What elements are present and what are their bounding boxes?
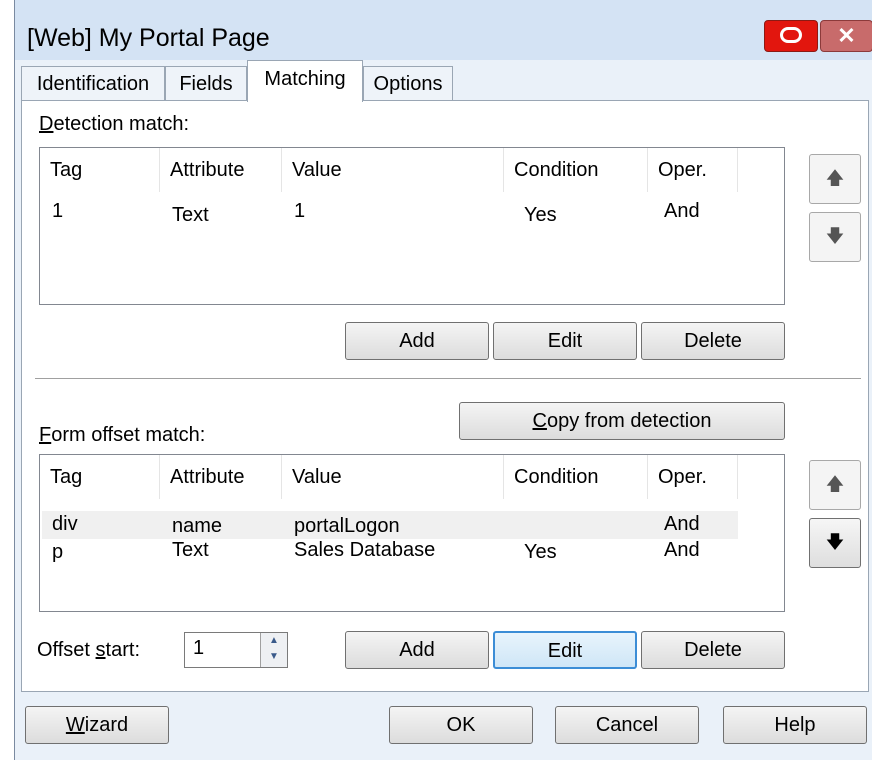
arrow-up-icon: 🡅 <box>825 168 845 188</box>
section-divider <box>35 378 861 379</box>
ok-button[interactable]: OK <box>389 706 533 744</box>
column-header-filler <box>738 455 784 499</box>
close-button[interactable]: ✕ <box>820 20 872 52</box>
offset-edit-button[interactable]: Edit <box>493 631 637 669</box>
column-header-tag[interactable]: Tag <box>40 455 160 499</box>
cell-value: 1 <box>294 200 306 222</box>
offset-add-button[interactable]: Add <box>345 631 489 669</box>
column-header-oper[interactable]: Oper. <box>648 148 738 192</box>
column-header-tag[interactable]: Tag <box>40 148 160 192</box>
detection-move-down-button[interactable]: 🡇 <box>809 212 861 262</box>
dialog-footer: Wizard OK Cancel Help <box>15 692 872 760</box>
offset-move-down-button[interactable]: 🡇 <box>809 518 861 568</box>
spin-down-icon[interactable]: ▼ <box>269 651 279 662</box>
offset-delete-button[interactable]: Delete <box>641 631 785 669</box>
offset-start-spinner[interactable]: 1 ▲ ▼ <box>184 632 288 668</box>
cell-tag: div <box>52 513 78 535</box>
wizard-button[interactable]: Wizard <box>25 706 169 744</box>
tab-identification[interactable]: Identification <box>21 66 165 100</box>
offset-move-up-button[interactable]: 🡅 <box>809 460 861 510</box>
record-button[interactable] <box>764 20 818 52</box>
table-row[interactable]: 1 Text 1 Yes And <box>40 198 784 228</box>
column-header-filler <box>738 148 784 192</box>
column-header-value[interactable]: Value <box>282 148 504 192</box>
cell-oper: And <box>664 539 700 561</box>
dialog-window: [Web] My Portal Page ✕ Identification Fi… <box>14 0 872 760</box>
form-offset-match-label: Form offset match: <box>39 424 206 446</box>
spinner-arrows[interactable]: ▲ ▼ <box>260 633 287 667</box>
detection-add-button[interactable]: Add <box>345 322 489 360</box>
cell-condition: Yes <box>524 541 557 563</box>
cancel-button[interactable]: Cancel <box>555 706 699 744</box>
arrow-down-icon: 🡇 <box>825 532 845 552</box>
detection-delete-button[interactable]: Delete <box>641 322 785 360</box>
close-icon: ✕ <box>837 23 856 48</box>
column-header-attribute[interactable]: Attribute <box>160 455 282 499</box>
cell-oper: And <box>664 513 700 535</box>
column-header-condition[interactable]: Condition <box>504 455 648 499</box>
detection-move-up-button[interactable]: 🡅 <box>809 154 861 204</box>
column-header-attribute[interactable]: Attribute <box>160 148 282 192</box>
form-offset-match-list[interactable]: Tag Attribute Value Condition Oper. div … <box>39 454 785 612</box>
title-bar: [Web] My Portal Page ✕ <box>15 0 872 60</box>
table-row[interactable]: p Text Sales Database Yes And <box>42 539 738 567</box>
cell-condition: Yes <box>524 204 557 226</box>
tab-matching[interactable]: Matching <box>247 60 363 102</box>
record-icon <box>780 27 802 43</box>
table-row[interactable]: div name portalLogon And <box>42 511 738 539</box>
detection-edit-button[interactable]: Edit <box>493 322 637 360</box>
detection-match-list[interactable]: Tag Attribute Value Condition Oper. 1 Te… <box>39 147 785 305</box>
cell-tag: 1 <box>52 200 64 222</box>
help-button[interactable]: Help <box>723 706 867 744</box>
arrow-up-icon: 🡅 <box>825 474 845 494</box>
column-header-value[interactable]: Value <box>282 455 504 499</box>
spin-up-icon[interactable]: ▲ <box>269 635 279 646</box>
tab-options[interactable]: Options <box>363 66 453 100</box>
column-header-oper[interactable]: Oper. <box>648 455 738 499</box>
tab-fields[interactable]: Fields <box>165 66 247 100</box>
cell-value: Sales Database <box>294 539 436 561</box>
cell-oper: And <box>664 200 700 222</box>
detection-match-label: Detection match: <box>39 113 190 135</box>
cell-value: portalLogon <box>294 515 400 537</box>
column-header-condition[interactable]: Condition <box>504 148 648 192</box>
cell-attribute: Text <box>172 539 209 561</box>
arrow-down-icon: 🡇 <box>825 226 845 246</box>
cell-attribute: name <box>172 515 223 537</box>
cell-attribute: Text <box>172 204 209 226</box>
offset-start-value: 1 <box>193 637 205 659</box>
cell-tag: p <box>52 541 64 563</box>
offset-start-label: Offset start: <box>37 639 140 661</box>
window-title: [Web] My Portal Page <box>27 24 270 52</box>
copy-from-detection-button[interactable]: Copy from detection <box>459 402 785 440</box>
